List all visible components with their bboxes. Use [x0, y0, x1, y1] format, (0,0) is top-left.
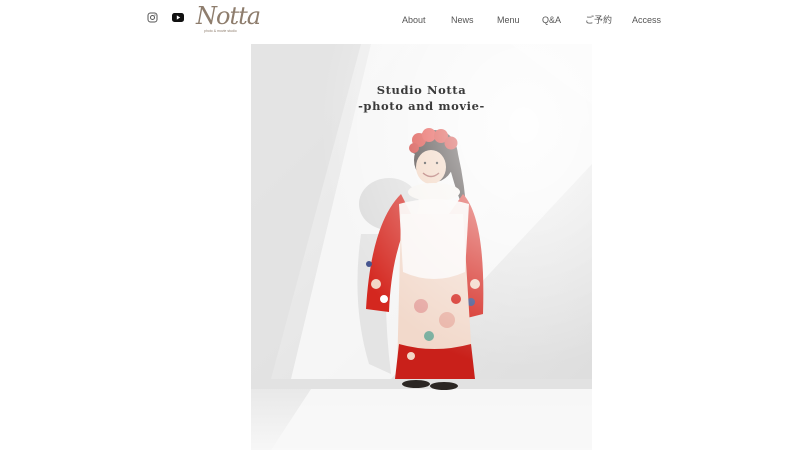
logo-subtitle: photo & movie studio: [204, 29, 237, 33]
hero-title: Studio Notta -photo and movie-: [251, 82, 592, 114]
hero-title-line2: -photo and movie-: [358, 99, 485, 113]
site-header: Notta photo & movie studio About News Me…: [0, 0, 799, 44]
nav-qa[interactable]: Q&A: [542, 14, 561, 26]
nav-menu[interactable]: Menu: [497, 14, 520, 26]
nav-news[interactable]: News: [451, 14, 474, 26]
hero-title-line1: Studio Notta: [376, 83, 467, 97]
nav-about[interactable]: About: [402, 14, 426, 26]
nav-access[interactable]: Access: [632, 14, 661, 26]
nav-reservation[interactable]: ご予約: [585, 14, 612, 26]
main-nav: About News Menu Q&A ご予約 Access: [0, 14, 799, 28]
hero-section: Studio Notta -photo and movie-: [251, 44, 592, 450]
